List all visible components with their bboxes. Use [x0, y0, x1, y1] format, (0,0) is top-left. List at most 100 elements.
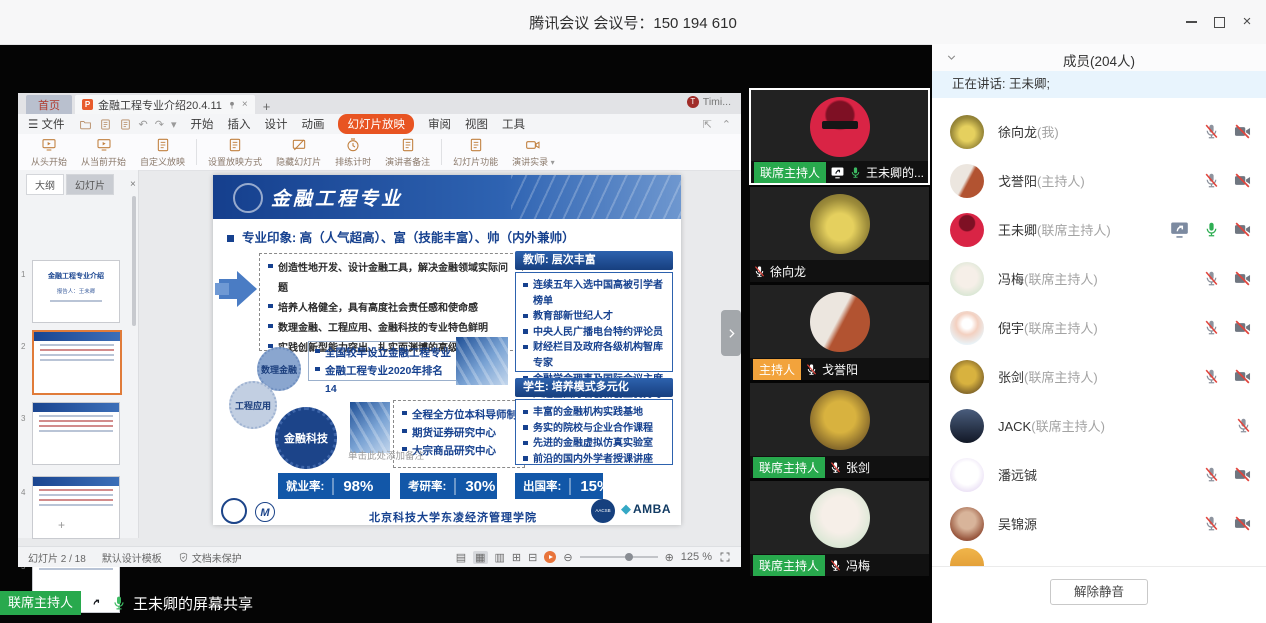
members-panel-footer: 解除静音 — [932, 566, 1266, 623]
status-protection[interactable]: 文档未保护 — [178, 550, 242, 565]
wps-home-tab[interactable]: 首页 — [26, 95, 72, 114]
ribbon-hide-slide[interactable]: 隐藏幻灯片 — [269, 137, 328, 168]
zoom-slider-handle[interactable] — [625, 553, 633, 561]
menu-design[interactable]: 设计 — [264, 116, 287, 132]
slide-thumbnail-4[interactable] — [32, 476, 120, 539]
student-header: 学生: 培养模式多元化 — [515, 378, 673, 397]
open-icon[interactable] — [79, 118, 92, 131]
notes-toggle-icon[interactable]: ▤ — [456, 551, 466, 564]
camera-off-icon[interactable] — [1233, 220, 1252, 239]
camera-off-icon[interactable] — [1233, 318, 1252, 337]
wps-shared-window: 首页 P 金融工程专业介绍20.4.11 × + T Timi... ☰ 文件 … — [18, 93, 741, 567]
zoom-in-icon[interactable]: ⊕ — [665, 551, 674, 564]
screen-share-icon[interactable] — [1169, 219, 1190, 240]
undo-icon[interactable]: ↶ — [139, 118, 148, 131]
mic-muted-icon[interactable] — [1203, 270, 1220, 287]
close-button[interactable]: × — [1238, 13, 1256, 31]
member-row[interactable]: 徐向龙(我) — [950, 107, 1252, 156]
member-row-partial — [950, 548, 1010, 566]
member-row[interactable]: 吴锦源 — [950, 499, 1252, 548]
share-window-icon[interactable]: ⇱ — [703, 118, 712, 131]
wps-document-tab[interactable]: P 金融工程专业介绍20.4.11 × — [75, 95, 255, 114]
mic-muted-icon[interactable] — [1203, 515, 1220, 532]
member-row[interactable]: 潘远铖 — [950, 450, 1252, 499]
ribbon-from-current[interactable]: 从当前开始 — [74, 137, 133, 168]
redo-icon[interactable]: ↷ — [155, 118, 164, 131]
mic-muted-icon[interactable] — [1203, 123, 1220, 140]
status-template[interactable]: 默认设计模板 — [102, 550, 162, 565]
camera-off-icon[interactable] — [1233, 171, 1252, 190]
mic-muted-icon[interactable] — [1203, 172, 1220, 189]
member-row[interactable]: JACK(联席主持人) — [950, 401, 1252, 450]
mic-muted-icon[interactable] — [1203, 368, 1220, 385]
slide-thumbnail-1[interactable]: 金融工程专业介绍 报告人：王未卿 — [32, 260, 120, 323]
zoom-level[interactable]: 125 % — [681, 551, 712, 563]
member-row[interactable]: 倪宇(联席主持人) — [950, 303, 1252, 352]
menu-review[interactable]: 审阅 — [428, 116, 451, 132]
ribbon-slide-function[interactable]: 幻灯片功能 — [446, 137, 505, 168]
fit-screen-icon[interactable] — [719, 551, 731, 563]
video-tile-xuxianglong[interactable]: 徐向龙 — [750, 187, 929, 282]
video-tile-geyuyang[interactable]: 主持人 戈誉阳 — [750, 285, 929, 380]
thumb-number: 1 — [21, 270, 25, 279]
member-row[interactable]: 王未卿(联席主持人) — [950, 205, 1252, 254]
zoom-slider[interactable] — [580, 556, 658, 558]
more-icon[interactable]: ▾ — [171, 118, 177, 131]
unmute-button[interactable]: 解除静音 — [1050, 579, 1148, 605]
save-icon[interactable] — [99, 118, 112, 131]
pin-icon[interactable] — [227, 100, 237, 110]
menu-animation[interactable]: 动画 — [301, 116, 324, 132]
tab-slides[interactable]: 幻灯片 — [66, 174, 114, 195]
mic-muted-icon — [753, 265, 766, 278]
zoom-out-icon[interactable]: ⊖ — [563, 551, 572, 564]
mic-muted-icon[interactable] — [1203, 319, 1220, 336]
video-tile-wangweiqing[interactable]: 联席主持人 王未卿的... — [749, 88, 930, 185]
camera-off-icon[interactable] — [1233, 122, 1252, 141]
ribbon-custom-show[interactable]: 自定义放映 — [133, 137, 192, 168]
slide-thumbnail-3[interactable] — [32, 402, 120, 465]
member-row[interactable]: 张剑(联席主持人) — [950, 352, 1252, 401]
camera-off-icon[interactable] — [1233, 367, 1252, 386]
ribbon-setup-show[interactable]: 设置放映方式 — [201, 137, 269, 168]
maximize-button[interactable] — [1210, 13, 1228, 31]
menu-tools[interactable]: 工具 — [502, 116, 525, 132]
collapse-ribbon-icon[interactable]: ⌃ — [722, 118, 731, 131]
new-tab-button[interactable]: + — [263, 99, 271, 114]
print-icon[interactable] — [119, 118, 132, 131]
member-row[interactable]: 冯梅(联席主持人) — [950, 254, 1252, 303]
mic-on-icon[interactable] — [1203, 221, 1220, 238]
lock-view-icon[interactable]: ⊟ — [528, 551, 537, 564]
mic-muted-icon[interactable] — [1235, 417, 1252, 434]
play-slideshow-button[interactable] — [544, 551, 556, 563]
sorter-view-icon[interactable]: ▥ — [495, 551, 505, 564]
slide-thumbnail-2-selected[interactable] — [32, 330, 122, 395]
close-tab-icon[interactable]: × — [242, 99, 248, 110]
camera-off-icon[interactable] — [1233, 465, 1252, 484]
ribbon-lecture-record[interactable]: 演讲实录 ▾ — [505, 137, 562, 168]
menu-start[interactable]: 开始 — [190, 116, 213, 132]
camera-off-icon[interactable] — [1233, 269, 1252, 288]
add-slide-button[interactable]: + — [58, 518, 65, 532]
minimize-button[interactable] — [1182, 13, 1200, 31]
menu-insert[interactable]: 插入 — [227, 116, 250, 132]
thumbnail-scrollbar[interactable] — [132, 196, 136, 326]
video-tile-fengmei[interactable]: 联席主持人 冯梅 — [750, 481, 929, 576]
notes-hint[interactable]: 单击此处添加备注 — [348, 448, 548, 462]
member-row[interactable]: 戈誉阳(主持人) — [950, 156, 1252, 205]
wps-account[interactable]: T Timi... — [687, 96, 731, 108]
reading-view-icon[interactable]: ⊞ — [512, 551, 521, 564]
menu-file[interactable]: ☰ 文件 — [28, 116, 65, 132]
video-strip-toggle-handle[interactable] — [721, 310, 741, 356]
ribbon-speaker-notes[interactable]: 演讲者备注 — [378, 137, 437, 168]
ribbon-from-beginning[interactable]: 从头开始 — [24, 137, 74, 168]
normal-view-icon[interactable]: ▦ — [473, 551, 487, 564]
tab-outline[interactable]: 大纲 — [26, 174, 64, 195]
mic-muted-icon[interactable] — [1203, 466, 1220, 483]
menu-slideshow[interactable]: 幻灯片放映 — [338, 114, 414, 134]
camera-off-icon[interactable] — [1233, 514, 1252, 533]
video-tile-zhangjian[interactable]: 联席主持人 张剑 — [750, 383, 929, 478]
ribbon-rehearse-timing[interactable]: 排练计时 — [328, 137, 378, 168]
cohost-badge: 联席主持人 — [754, 162, 826, 183]
menu-view[interactable]: 视图 — [465, 116, 488, 132]
close-pane-icon[interactable]: × — [130, 179, 136, 190]
